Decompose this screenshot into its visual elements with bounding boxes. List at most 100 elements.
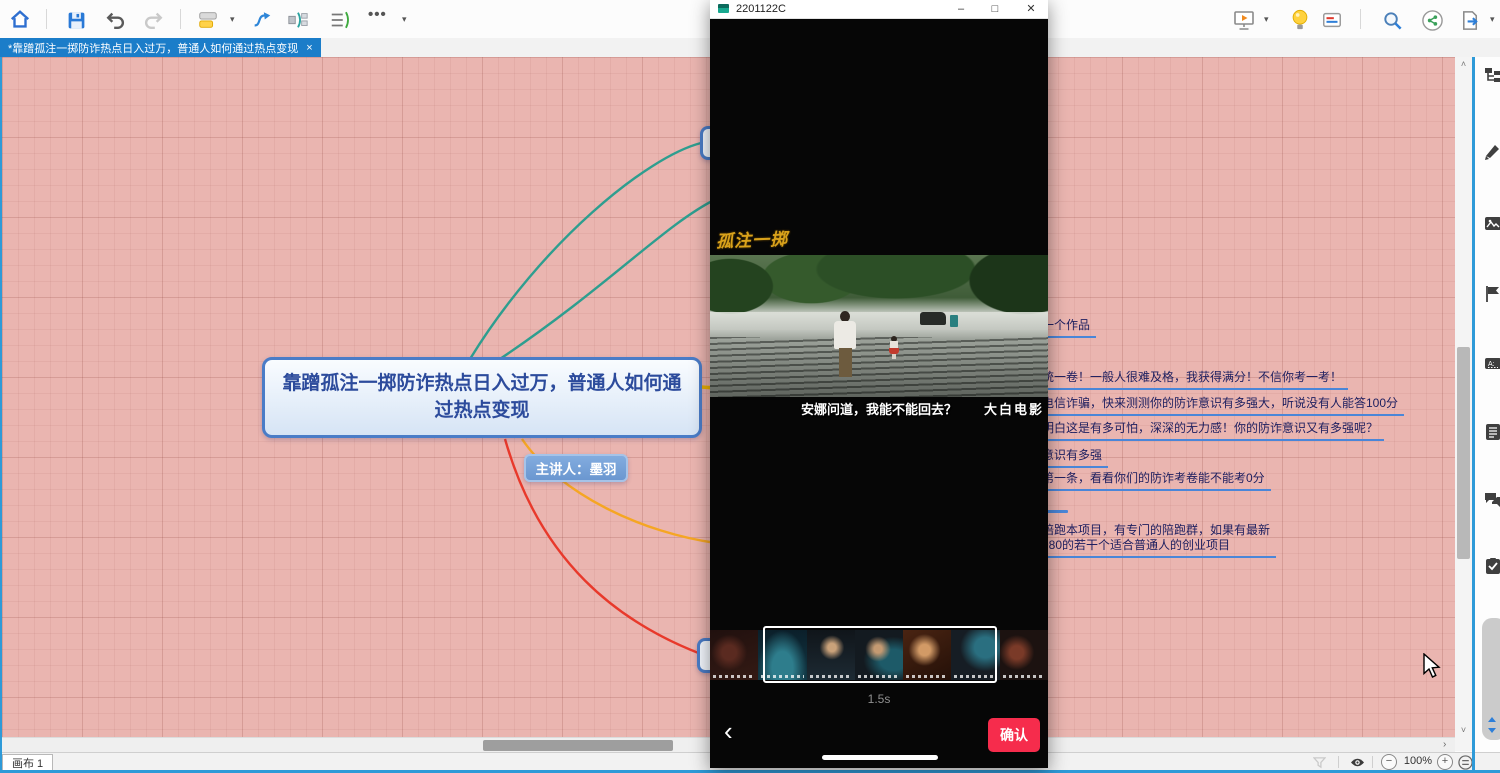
right-topic-2[interactable]: 统一卷！一般人很难及格，我获得满分！不信你考一考！ [1042, 370, 1348, 390]
comments-icon[interactable] [1484, 491, 1500, 509]
right-topic-7-text2: 980的若干个适合普通人的创业项目 [1042, 538, 1270, 553]
filmstrip-thumb[interactable] [710, 630, 758, 680]
sticky-note-icon[interactable] [1320, 8, 1344, 32]
vertical-scroll-thumb[interactable] [1457, 347, 1470, 559]
presenter-node[interactable]: 主讲人：墨羽 [524, 454, 628, 482]
vertical-scrollbar[interactable]: ˄ ˅ [1455, 57, 1472, 751]
presentation-caret[interactable]: ▾ [1264, 14, 1269, 24]
right-topic-6[interactable]: 第一条，看看你们的防诈考卷能不能考0分 [1042, 471, 1271, 491]
clip-duration-label: 1.5s [710, 692, 1048, 706]
right-topic-7[interactable]: 陪跑本项目，有专门的陪跑群，如果有最新 980的若干个适合普通人的创业项目 [1042, 523, 1276, 558]
relationship-icon[interactable] [250, 8, 274, 32]
style-brush-icon[interactable] [1484, 142, 1500, 160]
scene-ground-rows [710, 337, 1048, 397]
trim-selection-box[interactable] [763, 626, 997, 683]
structure-icon[interactable] [1484, 67, 1500, 85]
scene-car [920, 312, 946, 325]
confirm-button[interactable]: 确认 [988, 718, 1040, 752]
more-icon[interactable]: ••• [368, 6, 387, 23]
scene-child [889, 336, 899, 359]
redo-icon[interactable] [141, 8, 165, 32]
image-icon[interactable] [1484, 215, 1500, 233]
save-icon[interactable] [64, 8, 88, 32]
pill-up-arrow-icon[interactable] [1488, 717, 1496, 722]
statusbar-divider [1338, 756, 1339, 768]
undo-icon[interactable] [104, 8, 128, 32]
central-topic-node[interactable]: 靠蹭孤注一掷防诈热点日入过万，普通人如何通过热点变现 [262, 357, 702, 438]
movie-title-logo: 孤注一掷 [716, 225, 789, 252]
video-preview-frame[interactable] [710, 255, 1048, 397]
topic-style-caret[interactable]: ▾ [230, 14, 235, 24]
share-icon[interactable] [1420, 8, 1444, 32]
right-topic-7-text: 陪跑本项目，有专门的陪跑群，如果有最新 [1042, 523, 1270, 537]
idea-icon[interactable] [1288, 8, 1312, 32]
right-topic-4-text: 明白这是有多可怕，深深的无力感！你的防诈意识又有多强呢？ [1042, 421, 1378, 435]
toolbar-divider [46, 9, 47, 29]
central-topic-text: 靠蹭孤注一掷防诈热点日入过万，普通人如何通过热点变现 [279, 371, 685, 424]
page-navigator-pill[interactable] [1482, 618, 1500, 740]
presenter-text: 主讲人：墨羽 [536, 458, 617, 478]
filter-icon[interactable] [1310, 754, 1328, 770]
document-tab-title: *靠蹭孤注一掷防诈热点日入过万，普通人如何通过热点变现 [8, 40, 298, 56]
search-icon[interactable] [1380, 8, 1404, 32]
filmstrip-thumb[interactable] [1000, 630, 1048, 680]
right-topic-3-text: 电信诈骗，快来测测你的防诈意识有多强大，听说没有人能答100分 [1042, 396, 1398, 410]
right-sidebar: A: [1475, 57, 1500, 770]
right-topic-1-text: 一个作品 [1042, 318, 1090, 332]
right-window-border [1472, 57, 1475, 770]
right-topic-2-text: 统一卷！一般人很难及格，我获得满分！不信你考一考！ [1042, 370, 1342, 384]
flag-icon[interactable] [1484, 285, 1500, 303]
tasks-icon[interactable] [1484, 557, 1500, 575]
svg-text:A:: A: [1488, 361, 1495, 368]
scroll-down-icon[interactable]: ˅ [1455, 725, 1472, 735]
phone-window-titlebar[interactable]: 2201122C – □ ✕ [710, 0, 1048, 19]
zoom-out-button[interactable]: − [1381, 754, 1397, 770]
right-topic-1[interactable]: 一个作品 [1042, 318, 1096, 338]
back-chevron-icon[interactable]: ‹ [724, 716, 733, 746]
right-topic-5[interactable]: 意识有多强 [1042, 448, 1108, 468]
movie-watermark: 大白电影 [984, 399, 1044, 418]
toolbar-divider [1360, 9, 1361, 29]
phone-window-title: 2201122C [736, 3, 786, 15]
more-caret[interactable]: ▾ [402, 14, 407, 24]
home-indicator-bar[interactable] [822, 755, 938, 760]
export-icon[interactable] [1458, 8, 1482, 32]
summary-icon[interactable] [286, 8, 310, 32]
home-icon[interactable] [8, 8, 32, 32]
confirm-button-label: 确认 [1000, 725, 1028, 745]
outline-icon[interactable] [328, 8, 352, 32]
phone-window-app-icon [718, 4, 729, 13]
sheet-tab-label: 画布 1 [12, 755, 43, 771]
right-topic-3[interactable]: 电信诈骗，快来测测你的防诈意识有多强大，听说没有人能答100分 [1042, 396, 1404, 416]
notes-icon[interactable] [1484, 423, 1500, 441]
phone-mirror-window[interactable]: 2201122C – □ ✕ 孤注一掷 安娜问道，我能不能回去？ 大白电影 [710, 0, 1048, 768]
pitch-eye-icon[interactable] [1348, 754, 1366, 770]
subtitle-row: 安娜问道，我能不能回去？ 大白电影 [710, 399, 1048, 417]
right-topic-5-text: 意识有多强 [1042, 448, 1102, 462]
maximize-button[interactable]: □ [982, 1, 1008, 17]
scene-wall [710, 312, 1048, 330]
pill-down-arrow-icon[interactable] [1488, 728, 1496, 733]
horizontal-scroll-thumb[interactable] [483, 740, 673, 751]
close-button[interactable]: ✕ [1018, 1, 1044, 17]
right-topic-4[interactable]: 明白这是有多可怕，深深的无力感！你的防诈意识又有多强呢？ [1042, 421, 1384, 441]
document-tab-close-icon[interactable]: × [306, 42, 312, 54]
mouse-cursor [1422, 653, 1442, 685]
minimize-button[interactable]: – [948, 1, 974, 17]
right-topic-6-text: 第一条，看看你们的防诈考卷能不能考0分 [1042, 471, 1265, 485]
zoom-in-button[interactable]: + [1437, 754, 1453, 770]
movie-subtitle: 安娜问道，我能不能回去？ [744, 399, 1014, 418]
scroll-right-icon[interactable]: › [1443, 739, 1446, 750]
left-window-border [0, 57, 2, 770]
statusbar-divider [1372, 756, 1373, 768]
export-caret[interactable]: ▾ [1490, 14, 1495, 24]
scroll-up-icon[interactable]: ˄ [1455, 59, 1472, 69]
scene-bin [950, 315, 958, 327]
label-icon[interactable]: A: [1484, 355, 1500, 373]
topic-style-icon[interactable] [196, 8, 220, 32]
presentation-icon[interactable] [1232, 8, 1256, 32]
app-window: ▾ ••• ▾ ▾ ▾ [0, 0, 1500, 773]
document-tab[interactable]: *靠蹭孤注一掷防诈热点日入过万，普通人如何通过热点变现 × [0, 38, 321, 57]
scene-man [832, 311, 858, 377]
toolbar-divider [180, 9, 181, 29]
